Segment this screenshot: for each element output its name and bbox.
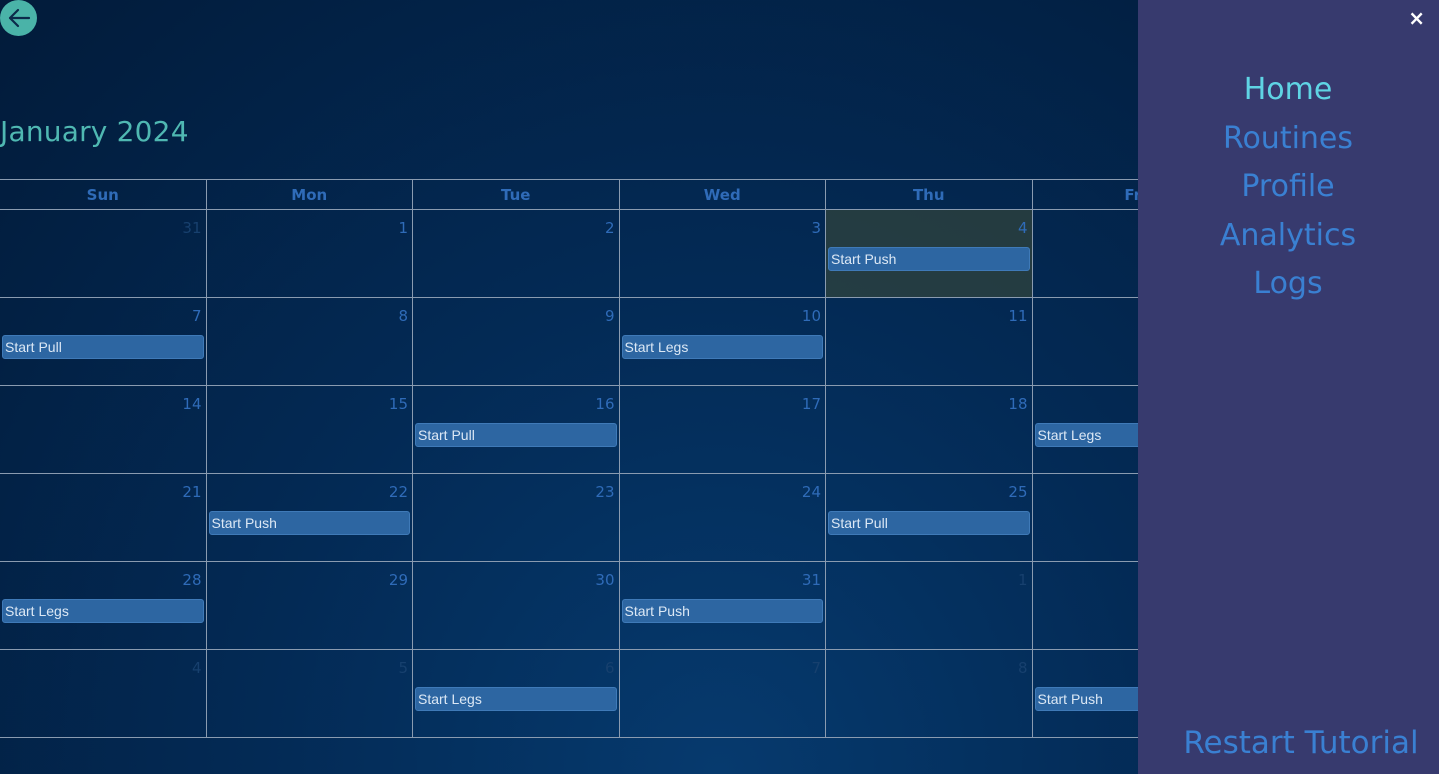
day-number: 22 [388, 483, 408, 501]
calendar-day-cell[interactable]: 7 Start Pull [0, 297, 207, 386]
day-number: 8 [1017, 659, 1028, 677]
day-number: 4 [191, 659, 202, 677]
day-number: 14 [182, 395, 202, 413]
workout-event[interactable]: Start Push [828, 247, 1030, 271]
day-number: 28 [182, 571, 202, 589]
day-number: 30 [595, 571, 615, 589]
weekday-header: Tue [412, 179, 620, 210]
day-number: 18 [1008, 395, 1028, 413]
calendar-day-cell[interactable]: 28 Start Legs [0, 561, 207, 650]
calendar-day-cell[interactable]: 15 [205, 385, 413, 474]
calendar-day-cell[interactable]: 21 [0, 473, 207, 562]
calendar-week-row: 31 1 2 3 4 Start Push [0, 209, 1239, 298]
nav-item-home[interactable]: Home [1138, 66, 1438, 115]
arrow-left-icon [8, 8, 30, 28]
day-number: 29 [388, 571, 408, 589]
weekday-header: Thu [825, 179, 1033, 210]
workout-event[interactable]: Start Legs [415, 687, 617, 711]
back-button[interactable] [0, 0, 37, 36]
calendar-day-cell[interactable]: 25 Start Pull [825, 473, 1033, 562]
day-number: 25 [1008, 483, 1028, 501]
calendar-day-cell[interactable]: 31 Start Push [618, 561, 826, 650]
nav-menu: Home Routines Profile Analytics Logs [1138, 66, 1438, 309]
nav-item-profile[interactable]: Profile [1138, 163, 1438, 212]
day-number: 21 [182, 483, 202, 501]
calendar-day-cell[interactable]: 1 [205, 209, 413, 298]
calendar-day-cell[interactable]: 8 [825, 649, 1033, 738]
day-number: 17 [801, 395, 821, 413]
calendar-week-row: 7 Start Pull 8 9 10 Start Legs 11 [0, 297, 1239, 386]
day-number: 7 [811, 659, 821, 677]
calendar-day-cell[interactable]: 22 Start Push [205, 473, 413, 562]
calendar-day-cell[interactable]: 30 [412, 561, 620, 650]
weekday-header: Mon [205, 179, 413, 210]
calendar-day-cell[interactable]: 1 [825, 561, 1033, 650]
nav-item-analytics[interactable]: Analytics [1138, 212, 1438, 261]
close-icon[interactable]: × [1408, 6, 1425, 30]
month-title: January 2024 [0, 115, 189, 148]
restart-tutorial-button[interactable]: Restart Tutorial [1138, 725, 1439, 761]
day-number: 4 [1017, 219, 1028, 237]
calendar-week-row: 4 5 6 Start Legs 7 8 Start Push [0, 649, 1239, 738]
calendar-day-cell[interactable]: 10 Start Legs [618, 297, 826, 386]
nav-item-logs[interactable]: Logs [1138, 260, 1438, 309]
day-number: 16 [595, 395, 615, 413]
day-number: 1 [1017, 571, 1028, 589]
workout-event[interactable]: Start Legs [621, 335, 823, 359]
workout-event[interactable]: Start Pull [2, 335, 204, 359]
workout-event[interactable]: Start Push [208, 511, 410, 535]
weekday-header-row: Sun Mon Tue Wed Thu Fri [0, 179, 1239, 210]
day-number: 15 [388, 395, 408, 413]
day-number: 23 [595, 483, 615, 501]
day-number: 11 [1008, 307, 1028, 325]
calendar-week-row: 14 15 16 Start Pull 17 18 Start Legs [0, 385, 1239, 474]
weekday-header: Sun [0, 179, 207, 210]
calendar-day-cell[interactable]: 2 [412, 209, 620, 298]
calendar-day-cell[interactable]: 8 [205, 297, 413, 386]
calendar-day-cell[interactable]: 16 Start Pull [412, 385, 620, 474]
calendar-day-cell[interactable]: 29 [205, 561, 413, 650]
workout-event[interactable]: Start Push [621, 599, 823, 623]
calendar-day-cell[interactable]: 23 [412, 473, 620, 562]
workout-event[interactable]: Start Pull [415, 423, 617, 447]
day-number: 31 [182, 219, 202, 237]
day-number: 1 [398, 219, 408, 237]
day-number: 10 [801, 307, 821, 325]
calendar-grid: Sun Mon Tue Wed Thu Fri 31 1 2 3 4 Start Push… [0, 179, 1239, 738]
calendar-day-cell[interactable]: 14 [0, 385, 207, 474]
day-number: 7 [191, 307, 202, 325]
calendar-day-cell[interactable]: 3 [618, 209, 826, 298]
calendar-day-cell[interactable]: 6 Start Legs [412, 649, 620, 738]
workout-event[interactable]: Start Pull [828, 511, 1030, 535]
day-number: 6 [604, 659, 615, 677]
calendar-day-cell[interactable]: 31 [0, 209, 207, 298]
day-number: 31 [801, 571, 821, 589]
day-number: 5 [398, 659, 408, 677]
nav-item-routines[interactable]: Routines [1138, 115, 1438, 164]
workout-event[interactable]: Start Legs [2, 599, 204, 623]
calendar-day-cell[interactable]: 4 Start Push [825, 209, 1033, 298]
calendar-day-cell[interactable]: 17 [618, 385, 826, 474]
calendar-day-cell[interactable]: 4 [0, 649, 207, 738]
calendar-day-cell[interactable]: 24 [618, 473, 826, 562]
weekday-header: Wed [618, 179, 826, 210]
day-number: 2 [604, 219, 615, 237]
side-menu: × Home Routines Profile Analytics Logs R… [1138, 0, 1439, 774]
calendar-week-row: 21 22 Start Push 23 24 25 Start Pull [0, 473, 1239, 562]
day-number: 24 [801, 483, 821, 501]
day-number: 9 [604, 307, 615, 325]
calendar-day-cell[interactable]: 11 [825, 297, 1033, 386]
calendar-day-cell[interactable]: 9 [412, 297, 620, 386]
calendar-day-cell[interactable]: 7 [618, 649, 826, 738]
calendar-week-row: 28 Start Legs 29 30 31 Start Push 1 [0, 561, 1239, 650]
calendar-day-cell[interactable]: 5 [205, 649, 413, 738]
day-number: 8 [398, 307, 408, 325]
day-number: 3 [811, 219, 821, 237]
calendar-day-cell[interactable]: 18 [825, 385, 1033, 474]
